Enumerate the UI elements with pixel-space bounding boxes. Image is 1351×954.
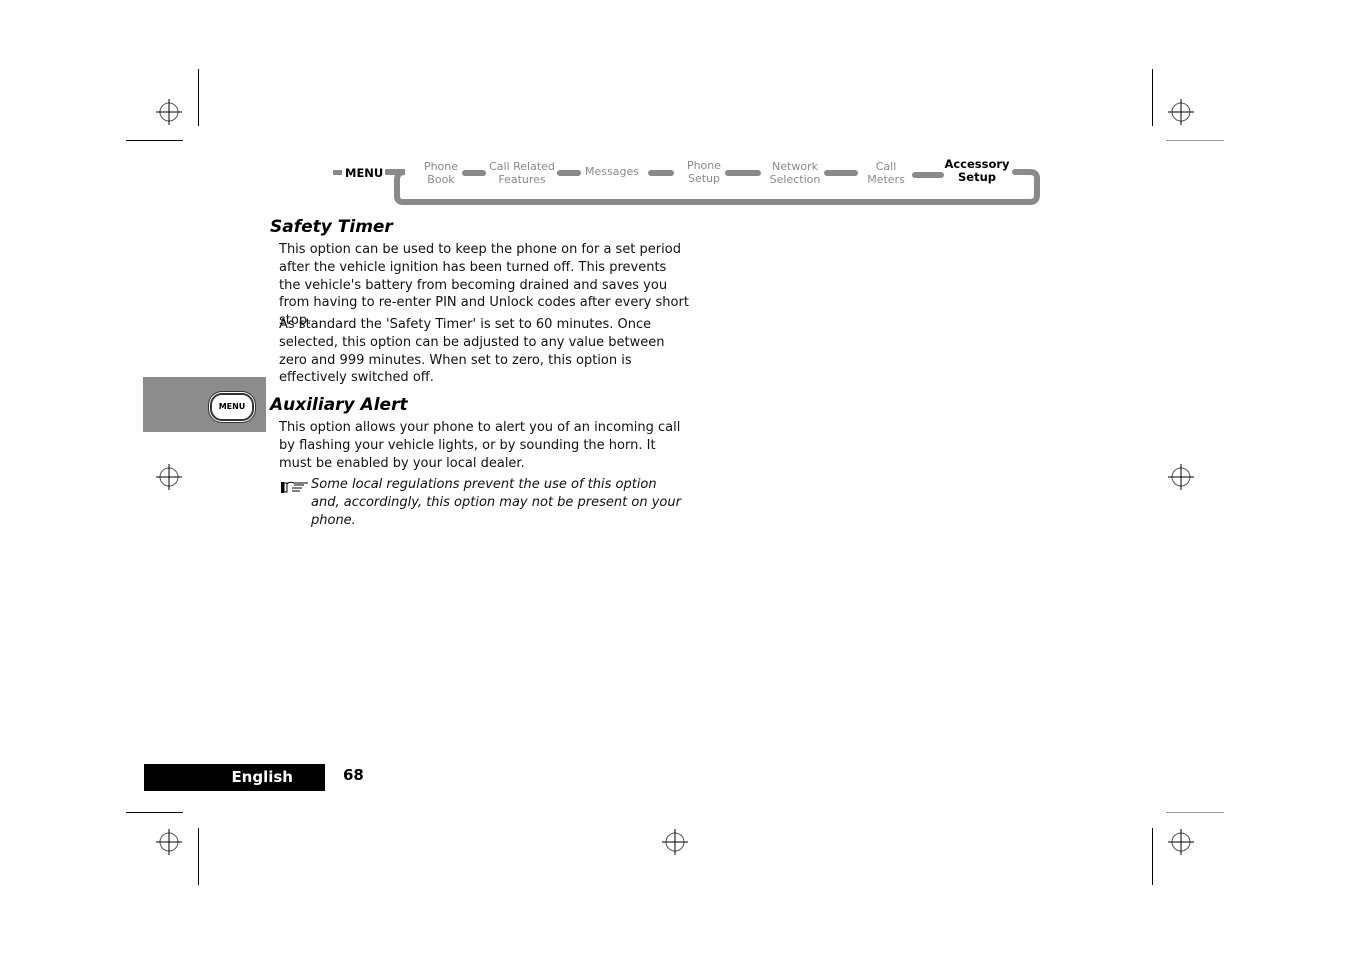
registration-mark-icon bbox=[156, 464, 182, 490]
language-label: English bbox=[144, 764, 325, 791]
registration-mark-icon bbox=[156, 829, 182, 855]
nav-item-messages: Messages bbox=[585, 165, 639, 178]
nav-connector bbox=[648, 170, 674, 176]
crop-mark bbox=[198, 69, 199, 126]
pointing-hand-note-icon bbox=[280, 479, 310, 495]
crop-mark bbox=[126, 140, 183, 141]
nav-connector bbox=[912, 172, 944, 178]
nav-menu-label: MENU bbox=[345, 166, 384, 180]
registration-mark-icon bbox=[1168, 829, 1194, 855]
note-text: Some local regulations prevent the use o… bbox=[311, 477, 681, 528]
menu-marker-icon bbox=[333, 170, 342, 175]
crop-mark bbox=[198, 828, 199, 885]
crop-mark bbox=[1166, 140, 1224, 141]
nav-item-phone-book: Phone Book bbox=[423, 160, 459, 186]
section-title-safety-timer: Safety Timer bbox=[270, 217, 393, 237]
nav-item-phone-setup: Phone Setup bbox=[686, 159, 722, 185]
crop-mark bbox=[1152, 828, 1153, 885]
registration-mark-icon bbox=[1168, 99, 1194, 125]
crop-mark bbox=[1152, 69, 1153, 126]
paragraph: This option allows your phone to alert y… bbox=[279, 420, 681, 471]
registration-mark-icon bbox=[1168, 464, 1194, 490]
registration-mark-icon bbox=[156, 99, 182, 125]
nav-connector bbox=[725, 170, 761, 176]
section-title-auxiliary-alert: Auxiliary Alert bbox=[270, 395, 408, 415]
paragraph: As standard the 'Safety Timer' is set to… bbox=[279, 317, 665, 386]
nav-connector bbox=[462, 170, 486, 176]
crop-mark bbox=[126, 812, 183, 813]
page-number: 68 bbox=[343, 766, 364, 784]
nav-item-call-meters: Call Meters bbox=[867, 160, 905, 186]
crop-mark bbox=[1166, 812, 1224, 813]
menu-key-icon: MENU bbox=[210, 393, 254, 421]
nav-item-call-related-features: Call Related Features bbox=[489, 160, 555, 186]
nav-item-accessory-setup: Accessory Setup bbox=[944, 157, 1010, 184]
nav-connector bbox=[824, 170, 858, 176]
side-chapter-tab: MENU bbox=[143, 377, 266, 432]
registration-mark-icon bbox=[662, 829, 688, 855]
nav-connector bbox=[557, 170, 581, 176]
nav-item-network-selection: Network Selection bbox=[769, 160, 821, 186]
